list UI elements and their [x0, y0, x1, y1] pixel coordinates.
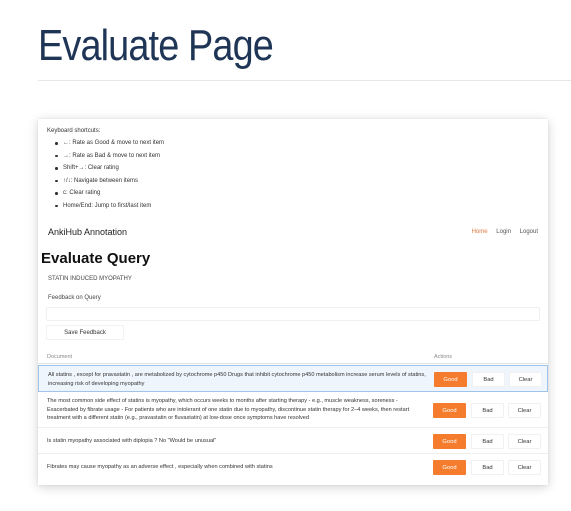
- clear-button[interactable]: Clear: [508, 403, 541, 418]
- shortcut-item: ↑/↓: Navigate between items: [47, 175, 164, 188]
- shortcut-item: Home/End: Jump to first/last item: [47, 200, 164, 213]
- good-button[interactable]: Good: [433, 434, 466, 449]
- page-heading: Evaluate Query: [41, 250, 151, 267]
- column-header-actions: Actions: [434, 354, 453, 360]
- clear-button[interactable]: Clear: [509, 372, 542, 387]
- shortcuts-title: Keyboard shortcuts:: [47, 128, 101, 134]
- shortcut-item: c: Clear rating: [47, 187, 164, 200]
- good-button[interactable]: Good: [433, 403, 466, 418]
- document-text: Fibrates may cause myopathy as an advers…: [47, 464, 273, 470]
- bad-button[interactable]: Bad: [471, 460, 504, 475]
- table-row[interactable]: Is statin myopathy associated with diplo…: [38, 429, 548, 454]
- good-button[interactable]: Good: [433, 460, 466, 475]
- document-text: The most common side effect of statins i…: [47, 398, 410, 421]
- save-feedback-button[interactable]: Save Feedback: [46, 325, 124, 340]
- nav-logout-link[interactable]: Logout: [520, 229, 538, 235]
- query-text: STATIN INDUCED MYOPATHY: [48, 276, 132, 282]
- column-header-document: Document: [47, 354, 73, 360]
- bad-button[interactable]: Bad: [471, 434, 504, 449]
- bad-button[interactable]: Bad: [472, 372, 505, 387]
- shortcuts-list: ←: Rate as Good & move to next item →: R…: [47, 137, 164, 213]
- clear-button[interactable]: Clear: [508, 460, 541, 475]
- feedback-input[interactable]: [46, 307, 540, 321]
- nav-login-link[interactable]: Login: [496, 229, 511, 235]
- feedback-label: Feedback on Query: [48, 295, 101, 301]
- slide-divider: [38, 80, 571, 81]
- table-row[interactable]: Fibrates may cause myopathy as an advers…: [38, 455, 548, 481]
- good-button[interactable]: Good: [434, 372, 467, 387]
- app-window: Keyboard shortcuts: ←: Rate as Good & mo…: [38, 119, 548, 485]
- shortcut-item: ←: Rate as Good & move to next item: [47, 137, 164, 150]
- keyboard-shortcuts: Keyboard shortcuts: ←: Rate as Good & mo…: [47, 126, 164, 213]
- table-row[interactable]: All statins , except for pravastatin , a…: [38, 365, 548, 392]
- slide-title: Evaluate Page: [38, 21, 274, 70]
- document-text: All statins , except for pravastatin , a…: [48, 372, 426, 387]
- navbar: AnkiHub Annotation Home Login Logout: [38, 222, 548, 244]
- nav-home-link[interactable]: Home: [472, 229, 488, 235]
- shortcut-item: Shift+→: Clear rating: [47, 162, 164, 175]
- brand-name[interactable]: AnkiHub Annotation: [48, 227, 127, 237]
- nav-links: Home Login Logout: [465, 229, 538, 235]
- document-text: Is statin myopathy associated with diplo…: [47, 438, 217, 444]
- clear-button[interactable]: Clear: [508, 434, 541, 449]
- table-row[interactable]: The most common side effect of statins i…: [38, 393, 548, 428]
- table-header: Document Actions: [38, 352, 548, 364]
- bad-button[interactable]: Bad: [471, 403, 504, 418]
- shortcut-item: →: Rate as Bad & move to next item: [47, 150, 164, 163]
